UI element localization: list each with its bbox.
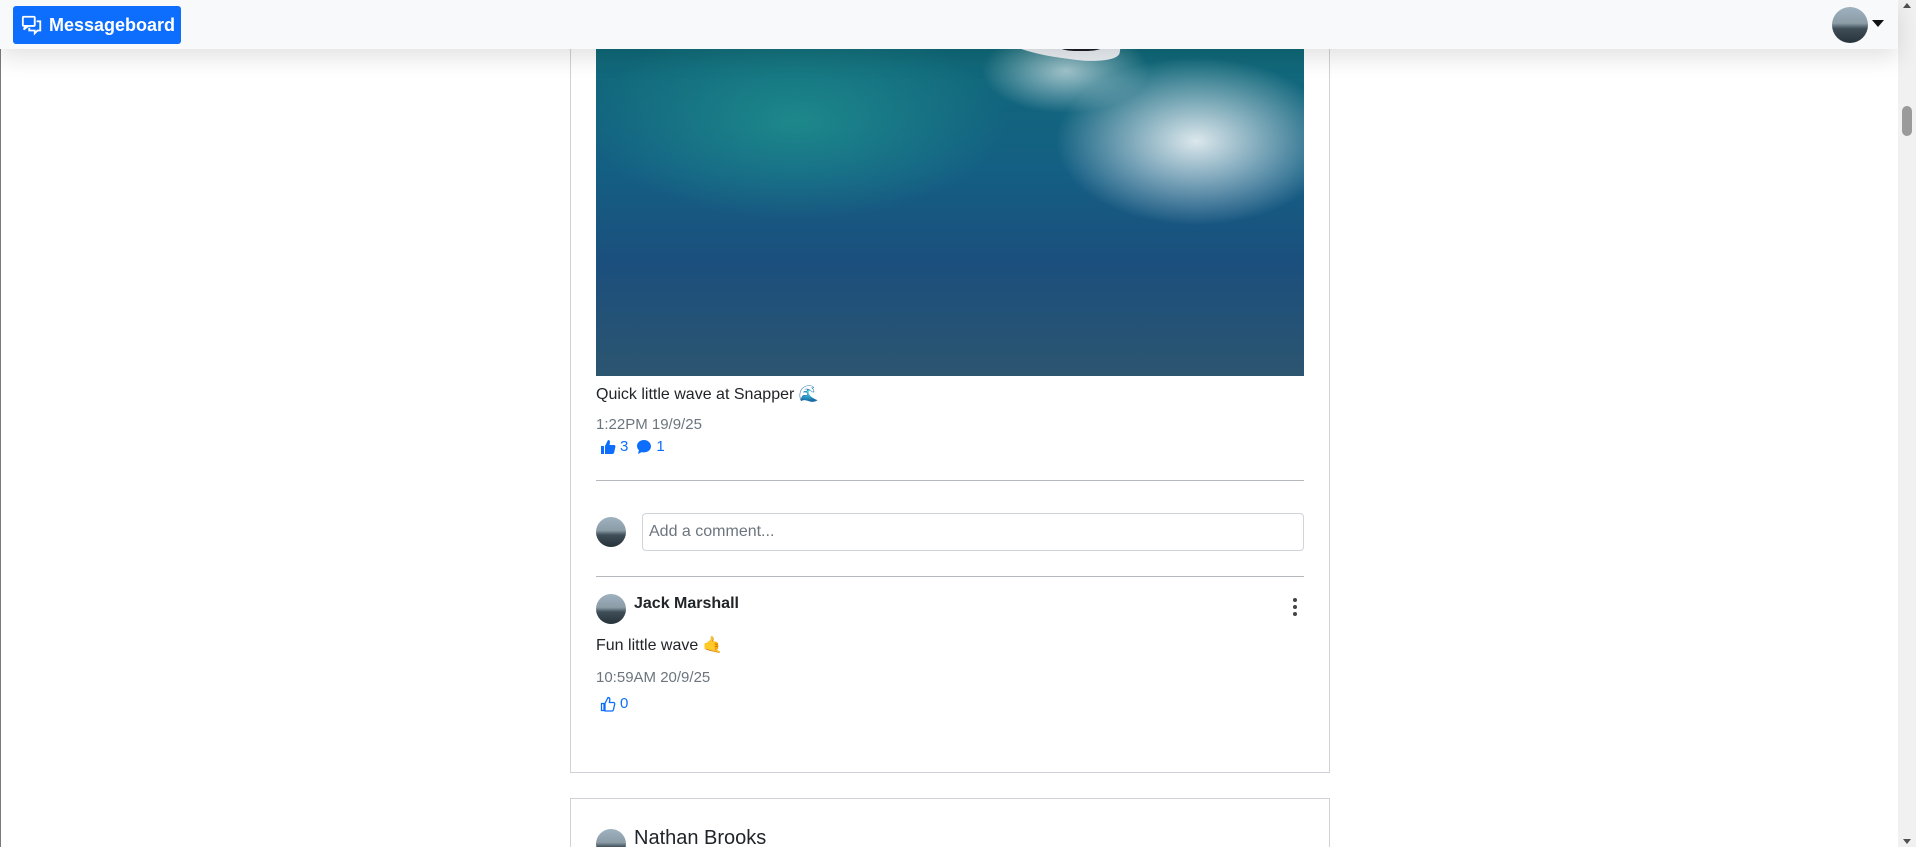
more-options-icon[interactable]	[1292, 598, 1298, 616]
caret-down-icon[interactable]	[1872, 19, 1884, 27]
next-post-card: Nathan Brooks	[570, 798, 1330, 847]
chat-bubbles-icon	[21, 15, 42, 36]
comment-text: Fun little wave 🤙	[596, 637, 723, 654]
comment-input[interactable]	[642, 513, 1304, 551]
thumbs-up-icon	[601, 439, 616, 454]
comment-like-count: 0	[620, 695, 629, 712]
user-menu[interactable]	[1832, 7, 1884, 43]
post-actions: 3 1	[600, 438, 665, 455]
post-image	[596, 1, 1304, 376]
avatar[interactable]	[1832, 7, 1868, 43]
post-card: Quick little wave at Snapper 🌊 1:22PM 19…	[570, 0, 1330, 773]
top-navbar: Messageboard	[0, 0, 1898, 49]
divider	[596, 480, 1304, 481]
post-caption: Quick little wave at Snapper 🌊	[596, 386, 819, 403]
brand-label: Messageboard	[49, 14, 176, 35]
avatar[interactable]	[596, 594, 626, 624]
post-author[interactable]: Nathan Brooks	[634, 827, 766, 847]
comment-author[interactable]: Jack Marshall	[634, 595, 739, 613]
like-button[interactable]: 3	[600, 438, 628, 455]
divider	[596, 576, 1304, 577]
comment-button[interactable]: 1	[636, 438, 665, 455]
scroll-up-icon[interactable]	[1903, 3, 1911, 8]
comment-like-button[interactable]: 0	[600, 695, 628, 712]
thumbs-up-outline-icon	[600, 696, 616, 712]
scrollbar[interactable]	[1898, 0, 1916, 847]
scroll-thumb[interactable]	[1902, 106, 1912, 136]
avatar[interactable]	[596, 829, 626, 847]
scroll-down-icon[interactable]	[1903, 839, 1911, 844]
window-edge	[0, 0, 1, 847]
post-timestamp: 1:22PM 19/9/25	[596, 416, 702, 433]
like-count: 3	[620, 438, 629, 455]
avatar	[596, 517, 626, 547]
speech-bubble-icon	[637, 439, 652, 454]
comment-timestamp: 10:59AM 20/9/25	[596, 669, 711, 686]
brand-button[interactable]: Messageboard	[13, 6, 182, 44]
comment-count: 1	[656, 438, 665, 455]
